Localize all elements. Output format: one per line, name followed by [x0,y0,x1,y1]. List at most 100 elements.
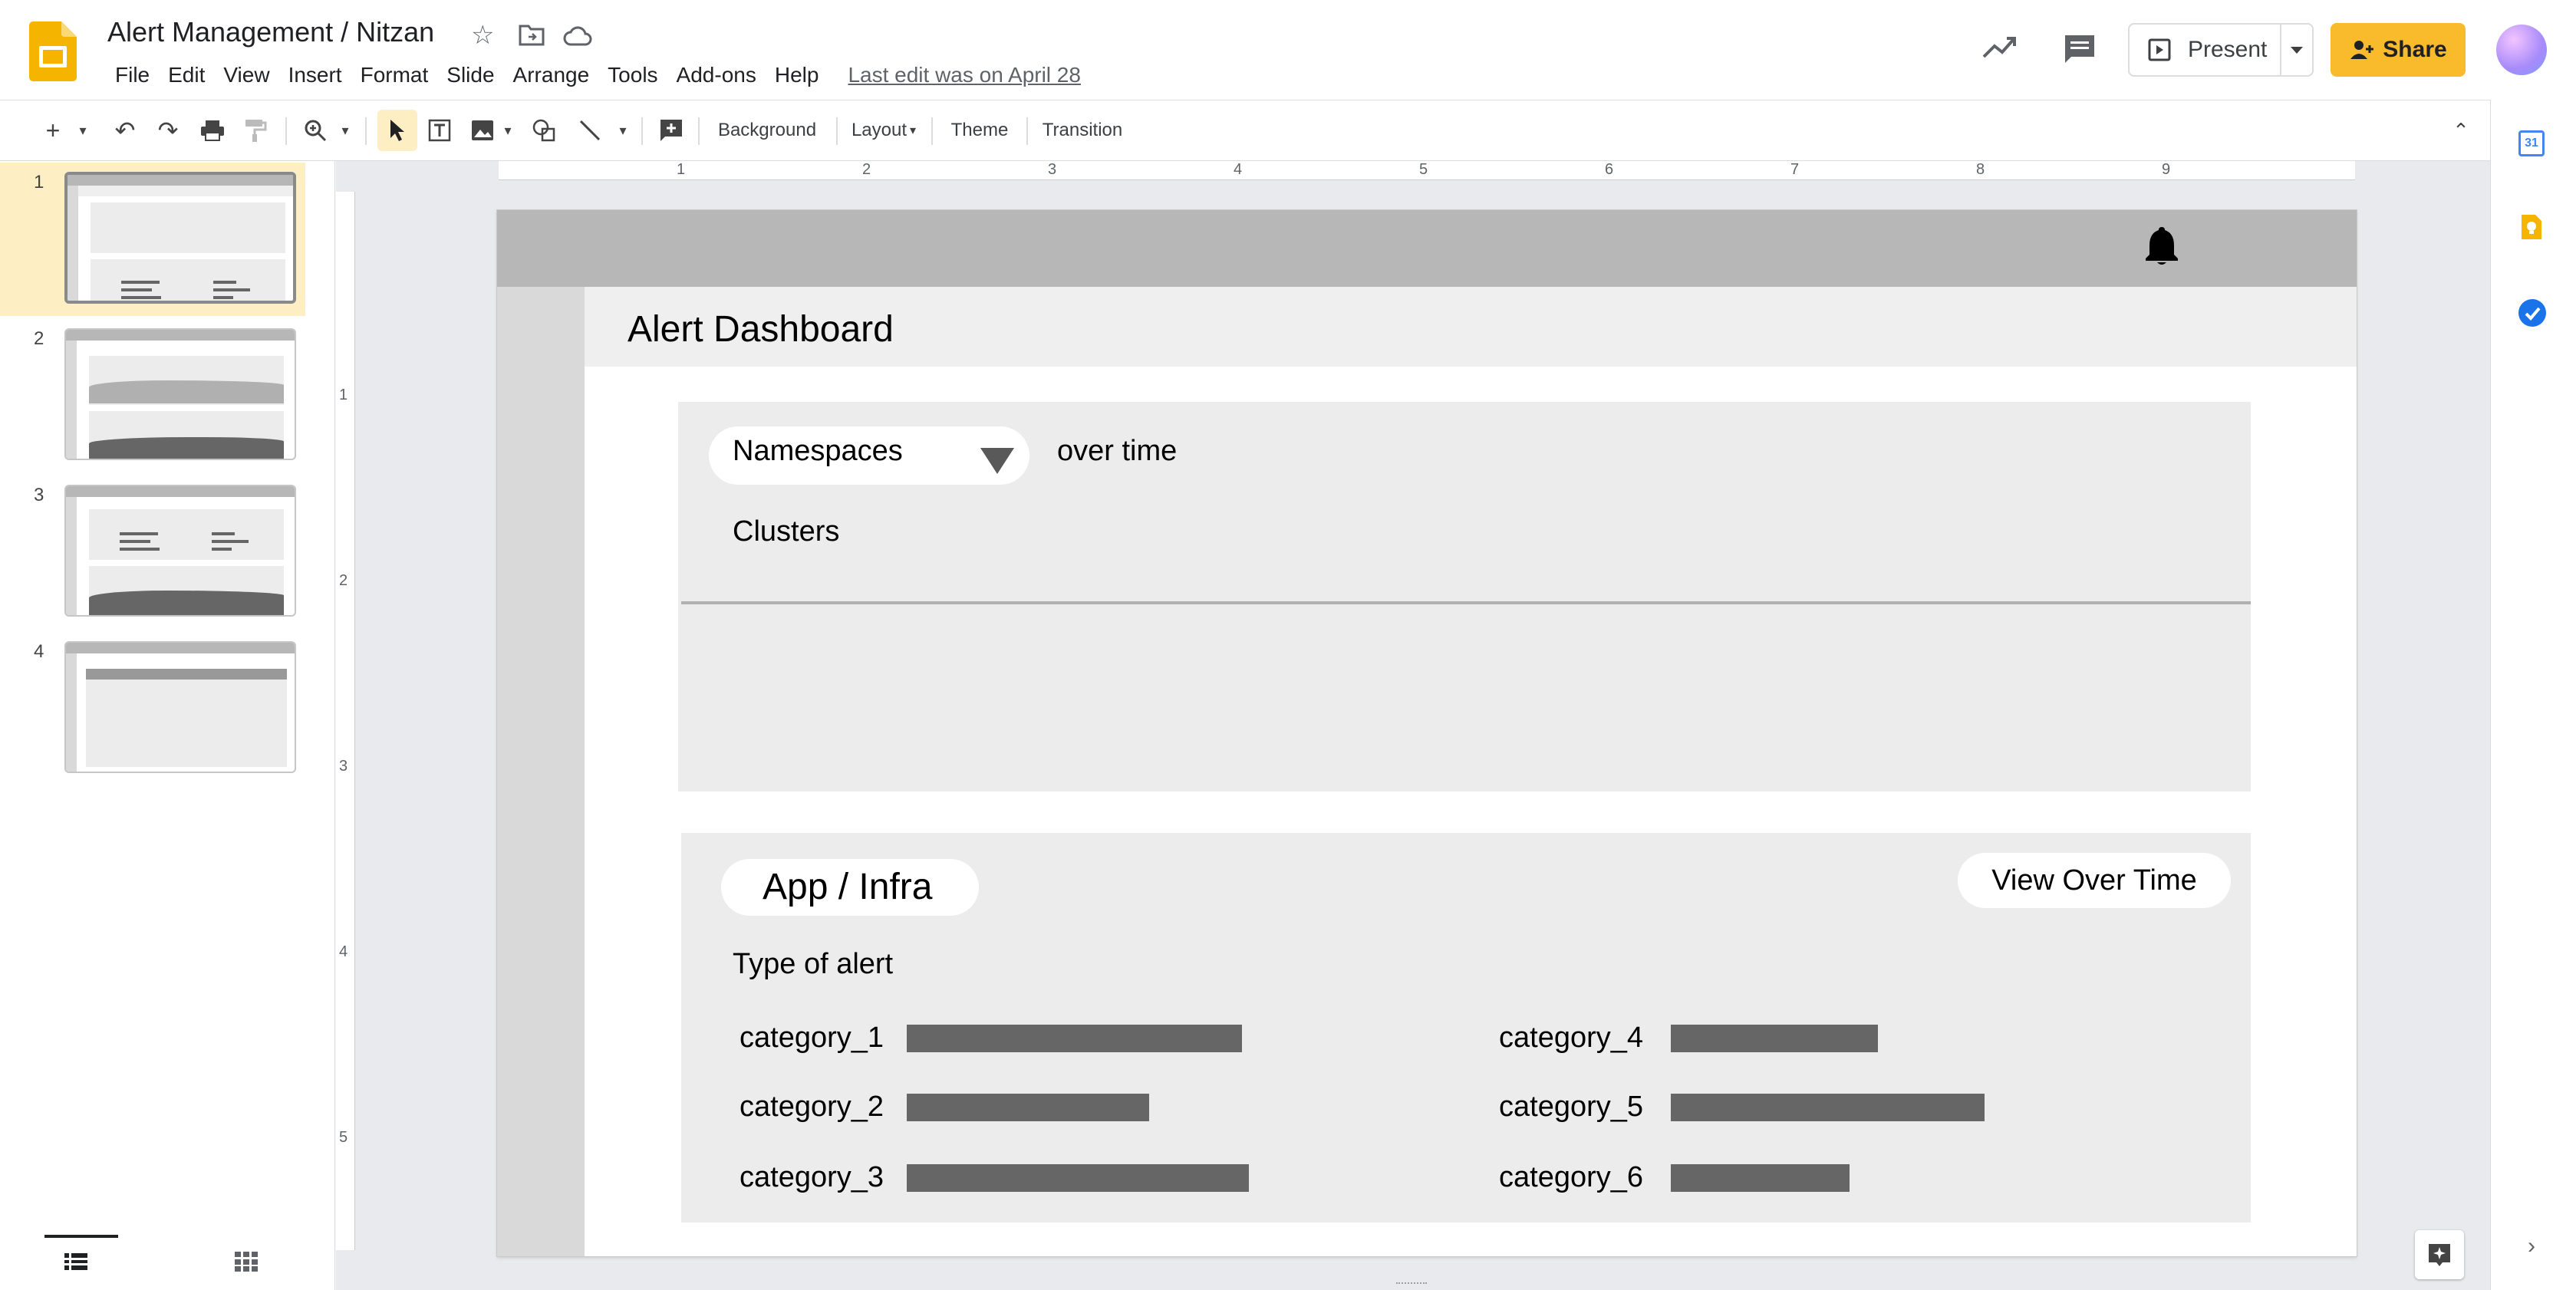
insert-image-icon[interactable] [465,110,500,151]
vertical-ruler: 1 2 3 4 5 [336,192,355,1250]
horizontal-ruler: 1 2 3 4 5 6 7 8 9 [499,161,2355,180]
grid-view-icon[interactable] [235,1252,258,1275]
shape-icon[interactable] [526,110,562,151]
zoom-icon[interactable] [298,110,333,151]
text-box-icon[interactable] [422,110,457,151]
keep-icon[interactable] [2520,213,2543,245]
slides-logo-icon[interactable] [29,21,77,81]
category-label: category_2 [740,1091,884,1123]
slide-thumbnail-4[interactable] [64,641,296,773]
add-comment-icon[interactable] [654,110,689,151]
ruler-label: 6 [1605,161,1614,178]
redo-icon[interactable]: ↷ [150,110,186,151]
new-slide-dropdown-icon[interactable]: ▾ [74,110,92,151]
ruler-label: 1 [677,161,686,178]
paint-format-icon[interactable] [238,110,273,151]
slide-filmstrip: 1 2 3 4 [0,161,335,1290]
new-slide-icon[interactable]: + [35,110,71,151]
menu-insert[interactable]: Insert [279,60,351,90]
slide-left-bar [497,287,585,1256]
toolbar: + ▾ ↶ ↷ ▾ ▾ ▾ Background Layout ▾ Theme T… [0,100,2490,161]
slide-canvas[interactable]: Alert Dashboard Namespaces over time Clu… [497,210,2357,1256]
menu-bar: File Edit View Insert Format Slide Arran… [106,60,1081,90]
cloud-status-icon[interactable] [563,25,592,50]
share-label: Share [2383,37,2447,62]
view-over-time-button[interactable]: View Over Time [1958,853,2231,908]
ruler-label: 4 [1234,161,1243,178]
print-icon[interactable] [195,110,230,151]
slide-number: 3 [34,485,44,505]
present-icon [2148,38,2171,61]
slide-thumbnail-2[interactable] [64,328,296,460]
category-label: category_4 [1499,1022,1644,1054]
line-icon[interactable] [572,110,608,151]
category-label: category_6 [1499,1161,1644,1193]
speaker-notes-handle[interactable] [1396,1282,1427,1287]
dropdown-triangle-icon[interactable] [980,448,1014,474]
activity-trend-icon[interactable] [1982,34,2016,64]
menu-format[interactable]: Format [351,60,438,90]
star-icon[interactable]: ☆ [471,20,494,51]
filmstrip-view-indicator [44,1235,118,1238]
category-bar [1671,1094,1985,1121]
image-dropdown-icon[interactable]: ▾ [500,110,516,151]
transition-button[interactable]: Transition [1034,110,1131,151]
ruler-label: 4 [339,943,348,960]
tasks-icon[interactable] [2518,299,2546,327]
ruler-label: 2 [339,572,348,589]
layout-label: Layout [851,120,908,140]
menu-arrange[interactable]: Arrange [504,60,599,90]
menu-file[interactable]: File [106,60,159,90]
slide-thumbnail-1[interactable] [64,172,296,304]
theme-button[interactable]: Theme [939,110,1020,151]
account-avatar[interactable] [2496,25,2547,75]
slide-thumbnail-3[interactable] [64,485,296,617]
share-button[interactable]: Share [2331,23,2466,77]
menu-help[interactable]: Help [766,60,828,90]
explore-icon [2429,1244,2450,1266]
menu-edit[interactable]: Edit [159,60,214,90]
slide-top-bar [497,210,2357,287]
ruler-label: 8 [1976,161,1985,178]
layout-button[interactable]: Layout ▾ [844,110,924,151]
menu-tools[interactable]: Tools [598,60,667,90]
category-bar [1671,1025,1878,1052]
app-header: Alert Management / Nitzan ☆ File Edit Vi… [0,0,2576,100]
last-edit-link[interactable]: Last edit was on April 28 [848,63,1081,87]
calendar-icon[interactable]: 31 [2518,130,2545,156]
expand-side-panel-icon[interactable]: › [2528,1233,2535,1259]
ruler-label: 1 [339,387,348,403]
category-label: category_1 [740,1022,884,1054]
ruler-label: 5 [1419,161,1428,178]
comments-icon[interactable] [2064,34,2096,70]
filmstrip-view-icon[interactable] [64,1253,87,1274]
category-bar [907,1094,1149,1121]
menu-view[interactable]: View [214,60,278,90]
present-options-button[interactable] [2280,25,2312,75]
bell-icon[interactable] [2145,225,2179,269]
zoom-dropdown-icon[interactable]: ▾ [336,110,354,151]
category-bar [907,1164,1249,1192]
line-dropdown-icon[interactable]: ▾ [614,110,632,151]
slide-number: 2 [34,328,44,349]
background-button[interactable]: Background [706,110,828,151]
present-label: Present [2188,37,2268,62]
over-time-label: over time [1057,435,1178,467]
slide-title: Alert Dashboard [628,309,894,350]
menu-add-ons[interactable]: Add-ons [667,60,766,90]
namespaces-dropdown-label: Namespaces [733,435,903,467]
document-title[interactable]: Alert Management / Nitzan [107,14,434,51]
clusters-label[interactable]: Clusters [733,515,839,548]
collapse-toolbar-icon[interactable]: ⌃ [2446,110,2476,151]
category-label: category_5 [1499,1091,1644,1123]
select-cursor-icon[interactable] [377,110,417,151]
explore-button[interactable] [2415,1230,2464,1279]
present-button[interactable]: Present [2128,23,2314,77]
slide-number: 4 [34,641,44,662]
person-add-icon [2350,41,2374,59]
undo-icon[interactable]: ↶ [107,110,143,151]
move-folder-icon[interactable] [519,23,545,50]
layout-dropdown-icon: ▾ [910,124,917,137]
ruler-label: 3 [1048,161,1057,178]
menu-slide[interactable]: Slide [437,60,503,90]
